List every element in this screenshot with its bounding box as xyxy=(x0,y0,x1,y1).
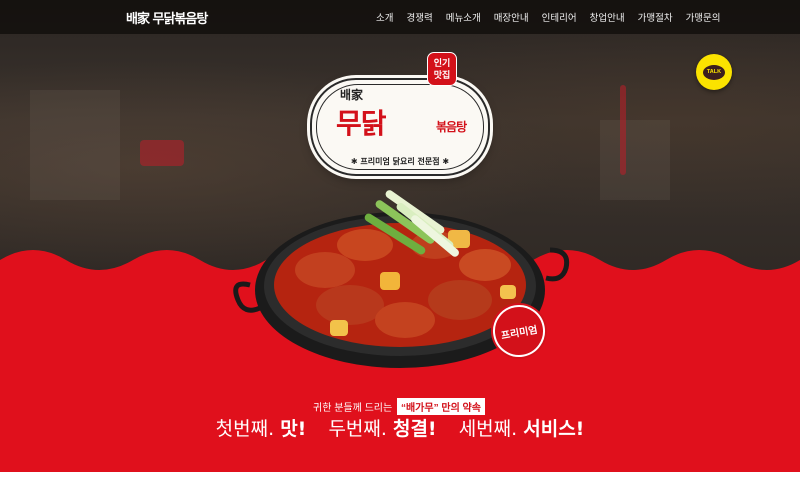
background-sign xyxy=(140,140,184,166)
nav-item-startup[interactable]: 창업안내 xyxy=(590,10,625,24)
logo-tagline: ✱ 프리미엄 닭요리 전문점 ✱ xyxy=(350,157,450,166)
promo-brand-highlight: “배가무” 만의 약속 xyxy=(396,398,485,415)
nav-item-competitiveness[interactable]: 경쟁력 xyxy=(406,10,432,24)
nav-item-interior[interactable]: 인테리어 xyxy=(542,10,577,24)
background-sign xyxy=(620,85,626,175)
slogan-second-value: 청결! xyxy=(392,418,437,440)
promo-line: 귀한 분들께 드리는 “배가무” 만의 약속 xyxy=(0,398,800,415)
slogan-third-value: 서비스! xyxy=(523,418,585,440)
nav-menu: 소개 경쟁력 메뉴소개 매장안내 인테리어 창업안내 가맹절차 가맹문의 xyxy=(376,0,734,34)
site-logo[interactable]: 배家 무닭볶음탕 xyxy=(126,8,208,28)
nav-item-stores[interactable]: 매장안내 xyxy=(494,10,529,24)
nav-item-intro[interactable]: 소개 xyxy=(376,10,393,24)
background-window xyxy=(30,90,120,200)
slogan-third-label: 세번째. xyxy=(458,418,518,440)
promo-prefix: 귀한 분들께 드리는 xyxy=(313,403,393,414)
brand-logo: 배家 무닭 볶음탕 ✱ 프리미엄 닭요리 전문점 ✱ xyxy=(310,78,490,176)
talk-bubble-icon: TALK xyxy=(703,64,725,80)
kakao-talk-button[interactable]: TALK xyxy=(696,54,732,90)
logo-main-text: 무닭 xyxy=(336,107,387,140)
background-window xyxy=(600,120,670,200)
nav-item-menu[interactable]: 메뉴소개 xyxy=(446,10,481,24)
slogan-second-label: 두번째. xyxy=(328,418,387,440)
hero-section: 배家 무닭볶음탕 소개 경쟁력 메뉴소개 매장안내 인테리어 창업안내 가맹절차… xyxy=(0,0,800,500)
nav-item-franchise-process[interactable]: 가맹절차 xyxy=(638,10,673,24)
popular-restaurant-badge: 인기 맛집 xyxy=(427,52,457,86)
brand-slogan: 첫번째. 맛! 두번째. 청결! 세번째. 서비스! xyxy=(0,414,800,441)
logo-sub-text: 볶음탕 xyxy=(436,120,467,134)
bottom-divider xyxy=(0,472,800,500)
slogan-first-label: 첫번째. xyxy=(215,418,275,440)
nav-item-franchise-inquiry[interactable]: 가맹문의 xyxy=(686,10,721,24)
logo-top-text: 배家 xyxy=(340,88,364,102)
top-navigation: 배家 무닭볶음탕 소개 경쟁력 메뉴소개 매장안내 인테리어 창업안내 가맹절차… xyxy=(0,0,800,34)
slogan-first-value: 맛! xyxy=(280,418,307,440)
